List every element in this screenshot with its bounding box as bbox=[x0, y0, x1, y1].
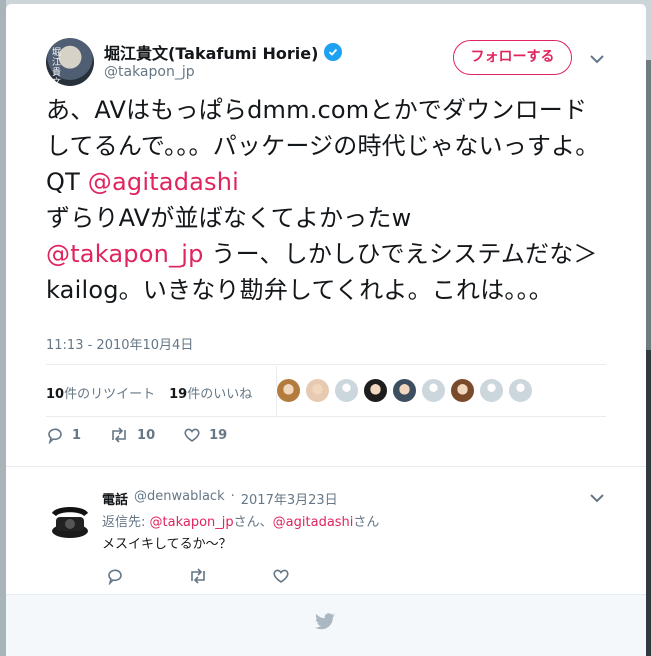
divider bbox=[46, 364, 606, 365]
mention-link[interactable]: @agitadashi bbox=[273, 515, 354, 530]
reply-avatar[interactable] bbox=[46, 497, 94, 545]
retweet-icon bbox=[112, 427, 126, 443]
like-stat-count: 19 bbox=[169, 386, 188, 402]
reply-to-prefix: 返信先: bbox=[102, 515, 150, 530]
reply-text: メスイキしてるか～？ bbox=[102, 537, 232, 552]
like-stat[interactable]: 19件のいいね bbox=[169, 383, 252, 402]
liker-default-avatar-icon[interactable] bbox=[421, 378, 446, 403]
modal-footer bbox=[6, 594, 646, 656]
mention-link[interactable]: @takapon_jp bbox=[46, 240, 204, 268]
reply-to-line: 返信先: @takapon_jpさん、@agitadashiさん bbox=[102, 511, 379, 530]
chevron-down-icon[interactable] bbox=[590, 493, 604, 503]
chevron-down-icon[interactable] bbox=[590, 54, 604, 64]
retweet-stat[interactable]: 10件のリツイート bbox=[46, 383, 155, 402]
author-handle[interactable]: @takapon_jp bbox=[104, 64, 195, 80]
reply-date[interactable]: 2017年3月23日 bbox=[241, 489, 338, 508]
divider bbox=[6, 466, 646, 467]
follow-button[interactable]: フォローする bbox=[453, 40, 572, 75]
reply-actions bbox=[106, 567, 290, 585]
heart-icon[interactable] bbox=[272, 567, 290, 585]
tweet-actions: 1 10 19 bbox=[46, 426, 255, 444]
reply-icon bbox=[48, 428, 62, 444]
liker-avatar-icon[interactable] bbox=[392, 378, 417, 403]
tweet-modal: 堀 江 貴 文 堀江貴文(Takafumi Horie) @takapon_jp… bbox=[6, 4, 646, 656]
tweet-timestamp[interactable]: 11:13 - 2010年10月4日 bbox=[46, 334, 193, 353]
tweet-stats: 10件のリツイート 19件のいいね bbox=[46, 377, 252, 407]
like-stat-label: 件のいいね bbox=[187, 386, 253, 402]
retweet-count: 10 bbox=[137, 427, 156, 443]
mention-link[interactable]: @agitadashi bbox=[88, 168, 239, 196]
reply-icon[interactable] bbox=[106, 567, 124, 585]
reply-header: 電話 @denwablack · 2017年3月23日 bbox=[102, 489, 338, 508]
reply-count: 1 bbox=[72, 427, 82, 443]
author-display-name[interactable]: 堀江貴文(Takafumi Horie) bbox=[104, 40, 318, 64]
tweet-text-part: ずらりAVが並ばなくてよかったw bbox=[46, 204, 412, 232]
reply-action[interactable]: 1 bbox=[46, 426, 81, 444]
liker-default-avatar-icon[interactable] bbox=[334, 378, 359, 403]
retweet-stat-label: 件のリツイート bbox=[64, 386, 156, 402]
mention-link[interactable]: @takapon_jp bbox=[150, 515, 234, 530]
liker-avatar-icon[interactable] bbox=[363, 378, 388, 403]
like-count: 19 bbox=[209, 427, 228, 443]
author-avatar[interactable]: 堀 江 貴 文 bbox=[46, 38, 94, 86]
avatar-text: 堀 江 貴 文 bbox=[52, 48, 62, 86]
liker-avatar-icon[interactable] bbox=[276, 378, 301, 403]
heart-icon bbox=[184, 428, 200, 442]
verified-badge-icon bbox=[324, 43, 343, 61]
retweet-action[interactable]: 10 bbox=[109, 426, 155, 444]
reply-author-name[interactable]: 電話 bbox=[102, 489, 128, 508]
separator-dot: · bbox=[230, 489, 235, 504]
reply-author-handle[interactable]: @denwablack bbox=[134, 489, 225, 508]
retweet-stat-count: 10 bbox=[46, 386, 65, 402]
like-action[interactable]: 19 bbox=[183, 426, 227, 444]
twitter-bird-icon bbox=[315, 613, 335, 630]
liker-avatars bbox=[276, 378, 533, 403]
liker-default-avatar-icon[interactable] bbox=[508, 378, 533, 403]
retweet-icon[interactable] bbox=[188, 567, 208, 585]
divider bbox=[46, 416, 606, 417]
liker-default-avatar-icon[interactable] bbox=[479, 378, 504, 403]
reply-to-suffix: さん bbox=[353, 515, 380, 530]
telephone-icon bbox=[52, 507, 88, 538]
liker-avatar-icon[interactable] bbox=[305, 378, 330, 403]
tweet-header: 堀 江 貴 文 堀江貴文(Takafumi Horie) @takapon_jp… bbox=[6, 4, 646, 86]
liker-avatar-icon[interactable] bbox=[450, 378, 475, 403]
reply-tweet[interactable]: 電話 @denwablack · 2017年3月23日 返信先: @takapo… bbox=[6, 469, 646, 594]
reply-to-mid: さん、 bbox=[233, 515, 273, 530]
author-name-row[interactable]: 堀江貴文(Takafumi Horie) bbox=[104, 40, 343, 64]
tweet-text: あ、AVはもっぱらdmm.comとかでダウンロードしてるんで。。。パッケージの時… bbox=[46, 92, 606, 308]
